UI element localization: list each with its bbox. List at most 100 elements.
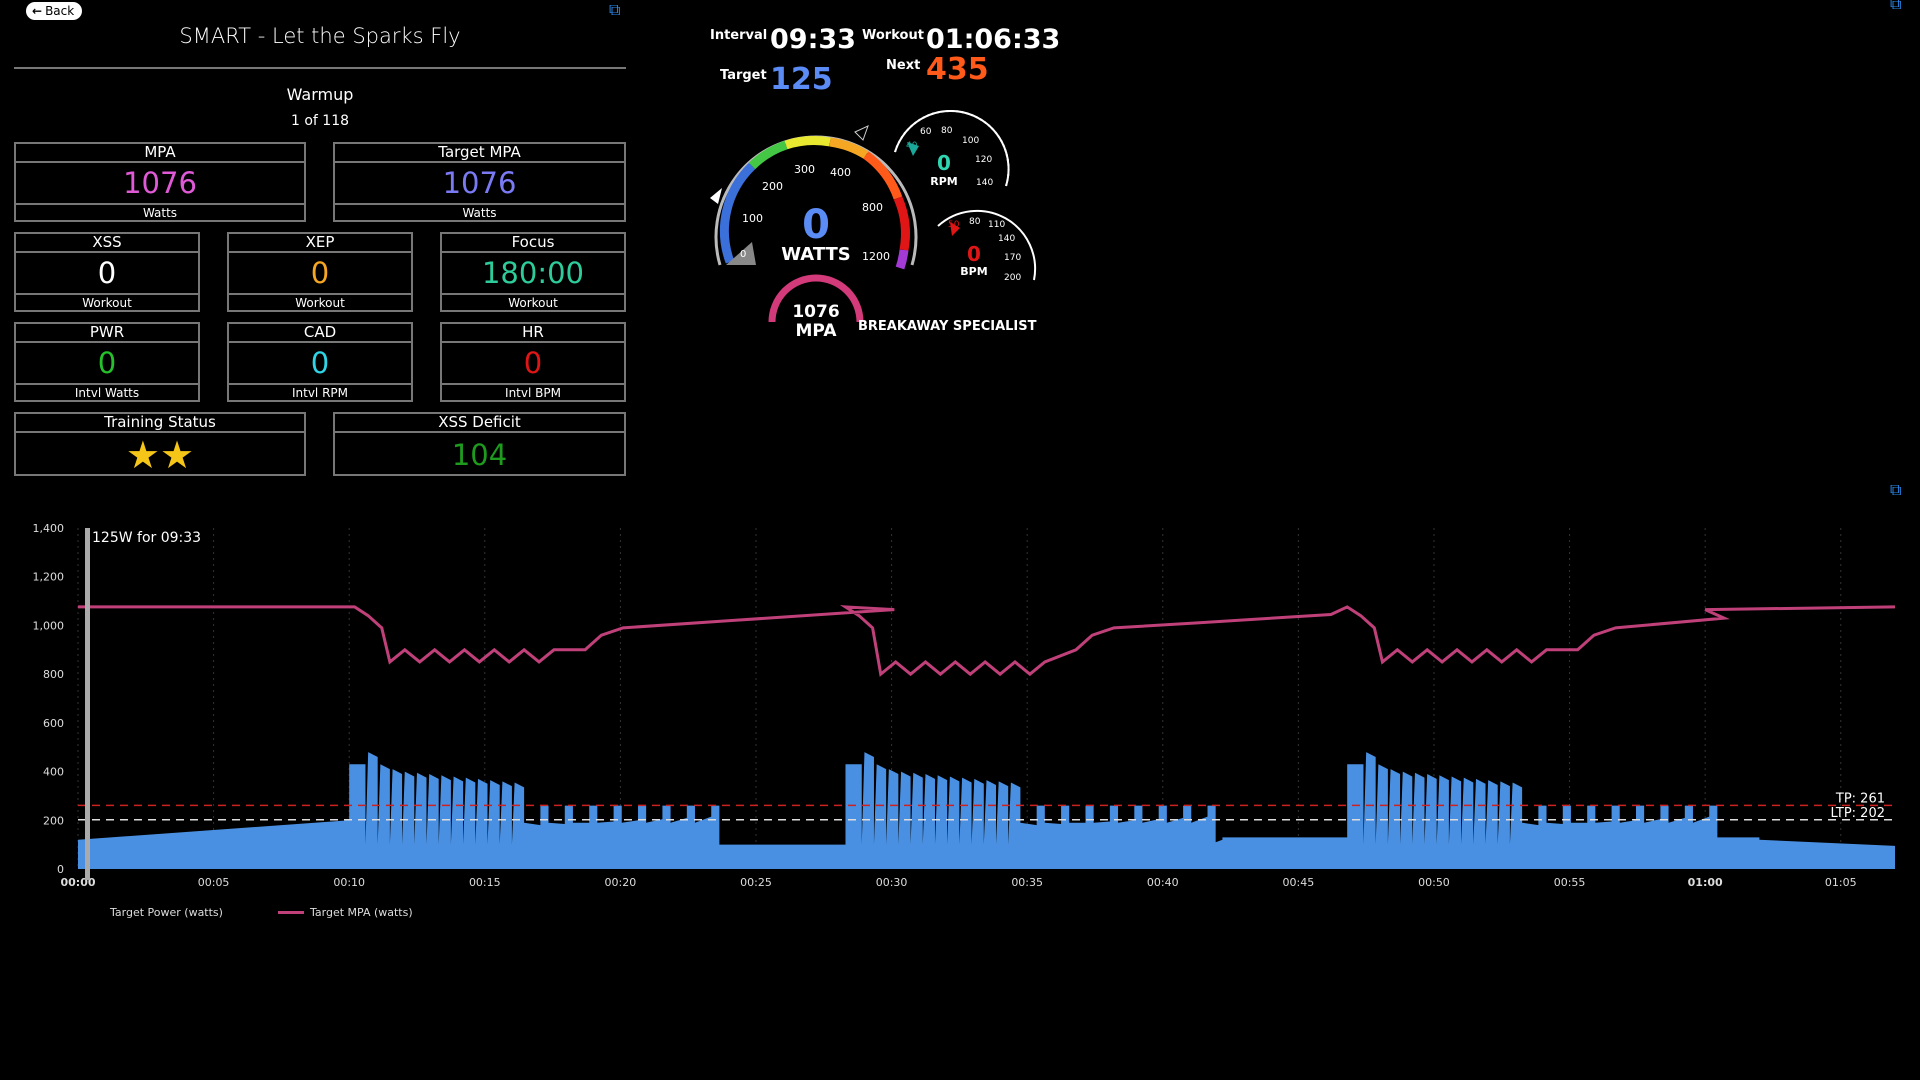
mpa-value: 1076 [16, 163, 304, 205]
x-tick-label: 00:40 [1147, 876, 1179, 889]
rpm-tick: 100 [962, 136, 979, 146]
y-tick-label: 1,200 [33, 571, 65, 584]
target-mpa-box: Target MPA 1076 Watts [333, 142, 626, 222]
bpm-gauge: 50 80 110 140 170 200 0 BPM [937, 209, 1037, 283]
watts-tick: 200 [762, 180, 783, 193]
bpm-value: 0 [967, 242, 981, 266]
target-mpa-line [78, 605, 1896, 677]
rpm-tick: 120 [975, 155, 992, 165]
training-status-stars: ★★ [16, 433, 304, 477]
x-tick-label: 00:30 [876, 876, 908, 889]
xss-deficit-value: 104 [451, 438, 508, 472]
cad-value: 0 [229, 343, 411, 385]
target-mpa-unit: Watts [462, 206, 497, 220]
focus-value: 180:00 [442, 253, 624, 295]
x-tick-label: 00:20 [605, 876, 637, 889]
y-tick-label: 0 [57, 863, 64, 876]
external-link-icon[interactable]: ⧉ [1890, 0, 1901, 14]
mpa-gauge-value: 1076 [792, 302, 839, 322]
cad-box: CAD 0 Intvl RPM [227, 322, 413, 402]
target-mpa-label: Target MPA [335, 144, 624, 163]
xss-label: XSS [16, 234, 198, 253]
bpm-tick: 200 [1004, 273, 1021, 283]
x-tick-label: 00:35 [1011, 876, 1043, 889]
xss-deficit-box: XSS Deficit 104 [333, 412, 626, 476]
x-tick-label: 01:00 [1688, 876, 1723, 889]
y-tick-label: 600 [43, 717, 64, 730]
bpm-tick: 80 [969, 217, 981, 227]
threshold-label: TP: 261 [1835, 791, 1885, 806]
workout-title: SMART - Let the Sparks Fly [179, 24, 461, 48]
phase-label: Warmup [286, 85, 354, 104]
xep-unit: Workout [295, 296, 345, 310]
hr-unit: Intvl BPM [505, 386, 561, 400]
star-icon: ★ [160, 433, 195, 477]
watts-tick: 100 [742, 212, 763, 225]
watts-gauge: 0 100 200 300 400 800 1200 0 WATTS [710, 125, 918, 270]
external-link-icon[interactable]: ⧉ [609, 0, 620, 20]
cad-label: CAD [229, 324, 411, 343]
next-watts: 435 [926, 52, 989, 87]
arrow-left-icon: ← [32, 4, 43, 18]
focus-unit: Workout [508, 296, 558, 310]
focus-label: Focus [442, 234, 624, 253]
focus-box: Focus 180:00 Workout [440, 232, 626, 312]
hr-label: HR [442, 324, 624, 343]
y-tick-label: 800 [43, 668, 64, 681]
back-label: Back [45, 4, 75, 18]
xss-box: XSS 0 Workout [14, 232, 200, 312]
hr-box: HR 0 Intvl BPM [440, 322, 626, 402]
pwr-box: PWR 0 Intvl Watts [14, 322, 200, 402]
rpm-tick: 60 [920, 127, 932, 137]
pwr-label: PWR [16, 324, 198, 343]
y-tick-label: 400 [43, 766, 64, 779]
rpm-tick: 80 [941, 126, 953, 136]
training-status-label: Training Status [16, 414, 304, 433]
legend-target-power[interactable]: Target Power (watts) [110, 906, 223, 919]
gauge-cluster: 0 100 200 300 400 800 1200 0 WATTS 1076 … [710, 110, 1037, 341]
y-tick-label: 1,000 [33, 619, 65, 632]
xss-deficit-label: XSS Deficit [335, 414, 624, 433]
target-watts: 125 [770, 62, 833, 97]
target-label: Target [720, 68, 767, 83]
rpm-gauge: 40 60 80 100 120 140 0 RPM [894, 110, 1010, 188]
mpa-unit: Watts [142, 206, 178, 220]
mpa-gauge-label: MPA [796, 321, 838, 341]
watts-tick: 400 [830, 166, 851, 179]
mpa-box: MPA 1076 Watts [14, 142, 306, 222]
x-tick-label: 00:25 [740, 876, 772, 889]
xss-value: 0 [16, 253, 198, 295]
xep-box: XEP 0 Workout [227, 232, 413, 312]
hr-value: 0 [442, 343, 624, 385]
mpa-label: MPA [16, 144, 304, 163]
legend-target-mpa[interactable]: Target MPA (watts) [278, 906, 413, 919]
mpa-gauge: 1076 MPA BREAKAWAY SPECIALIST [768, 274, 1037, 341]
pwr-value: 0 [16, 343, 198, 385]
threshold-label: LTP: 202 [1830, 806, 1885, 821]
divider [14, 67, 626, 69]
training-status-box: Training Status ★★ [14, 412, 306, 477]
watts-value: 0 [802, 202, 830, 248]
x-tick-label: 00:15 [469, 876, 501, 889]
rpm-tick: 140 [976, 178, 993, 188]
legend-label: Target Power (watts) [110, 906, 223, 919]
workout-label: Workout [862, 28, 924, 43]
rpm-label: RPM [930, 175, 957, 188]
rpm-tick: 40 [906, 141, 918, 151]
chart-annotation: 125W for 09:33 [92, 530, 201, 546]
cad-unit: Intvl RPM [291, 386, 349, 400]
target-mpa-value: 1076 [335, 163, 624, 205]
external-link-icon[interactable]: ⧉ [1890, 480, 1901, 500]
y-tick-label: 200 [43, 814, 64, 827]
interval-timer: 09:33 [770, 24, 856, 55]
back-button[interactable]: ← Back [26, 2, 83, 20]
bpm-tick: 110 [988, 220, 1005, 230]
x-tick-label: 00:00 [60, 876, 95, 889]
bpm-label: BPM [960, 265, 987, 278]
xss-unit: Workout [82, 296, 132, 310]
watts-tick: 800 [862, 201, 883, 214]
bpm-tick: 170 [1004, 253, 1021, 263]
pwr-unit: Intvl Watts [74, 386, 140, 400]
legend-label: Target MPA (watts) [310, 906, 413, 919]
progress-cursor[interactable] [85, 528, 90, 880]
